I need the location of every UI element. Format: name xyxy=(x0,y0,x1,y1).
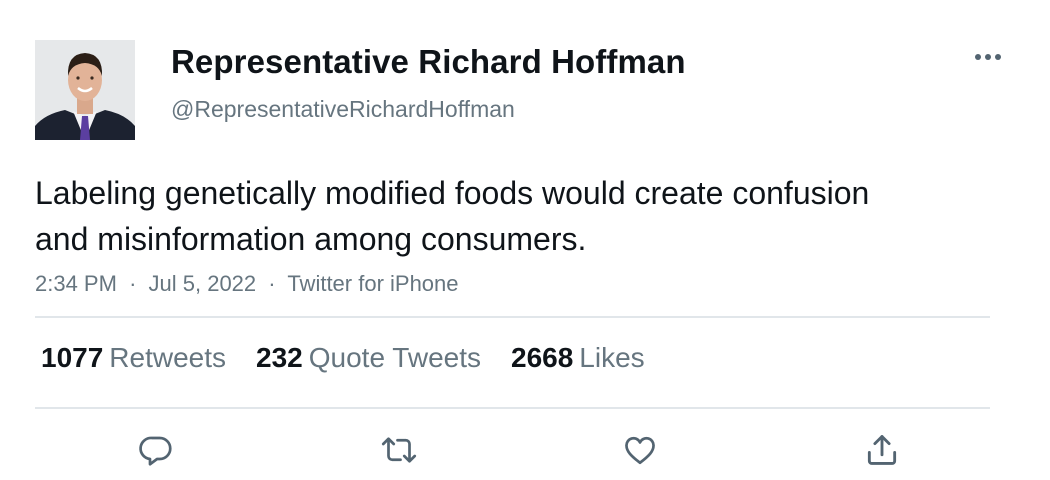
tweet-date[interactable]: Jul 5, 2022 xyxy=(149,271,257,296)
more-options-button[interactable] xyxy=(970,40,1006,74)
author-handle[interactable]: @RepresentativeRichardHoffman xyxy=(171,96,515,123)
tweet-stats: 1077 Retweets 232 Quote Tweets 2668 Likes xyxy=(41,342,675,374)
reply-icon xyxy=(139,436,172,466)
retweets-stat[interactable]: 1077 Retweets xyxy=(41,342,226,374)
tweet-text: Labeling genetically modified foods woul… xyxy=(35,175,870,257)
likes-count: 2668 xyxy=(511,342,574,373)
tweet-meta: 2:34 PM · Jul 5, 2022 · Twitter for iPho… xyxy=(35,271,459,297)
divider xyxy=(35,407,990,409)
retweet-button[interactable] xyxy=(377,428,421,472)
retweets-label: Retweets xyxy=(109,342,227,373)
profile-photo-icon xyxy=(35,40,135,140)
like-icon xyxy=(625,436,655,465)
meta-separator: · xyxy=(268,271,276,296)
more-dots-icon xyxy=(975,54,1001,60)
likes-label: Likes xyxy=(579,342,645,373)
share-icon xyxy=(867,435,897,465)
quote-tweets-stat[interactable]: 232 Quote Tweets xyxy=(256,342,481,374)
retweet-icon xyxy=(381,437,417,463)
share-button[interactable] xyxy=(860,428,904,472)
tweet-card: Representative Richard Hoffman @Represen… xyxy=(0,0,1050,480)
reply-button[interactable] xyxy=(134,428,178,472)
author-display-name[interactable]: Representative Richard Hoffman xyxy=(171,43,686,81)
retweets-count: 1077 xyxy=(41,342,104,373)
avatar[interactable] xyxy=(35,40,135,140)
tweet-time[interactable]: 2:34 PM xyxy=(35,271,117,296)
like-button[interactable] xyxy=(618,428,662,472)
divider xyxy=(35,316,990,318)
likes-stat[interactable]: 2668 Likes xyxy=(511,342,645,374)
quote-tweets-count: 232 xyxy=(256,342,303,373)
meta-separator: · xyxy=(129,271,137,296)
quote-tweets-label: Quote Tweets xyxy=(308,342,481,373)
tweet-source[interactable]: Twitter for iPhone xyxy=(287,271,458,296)
